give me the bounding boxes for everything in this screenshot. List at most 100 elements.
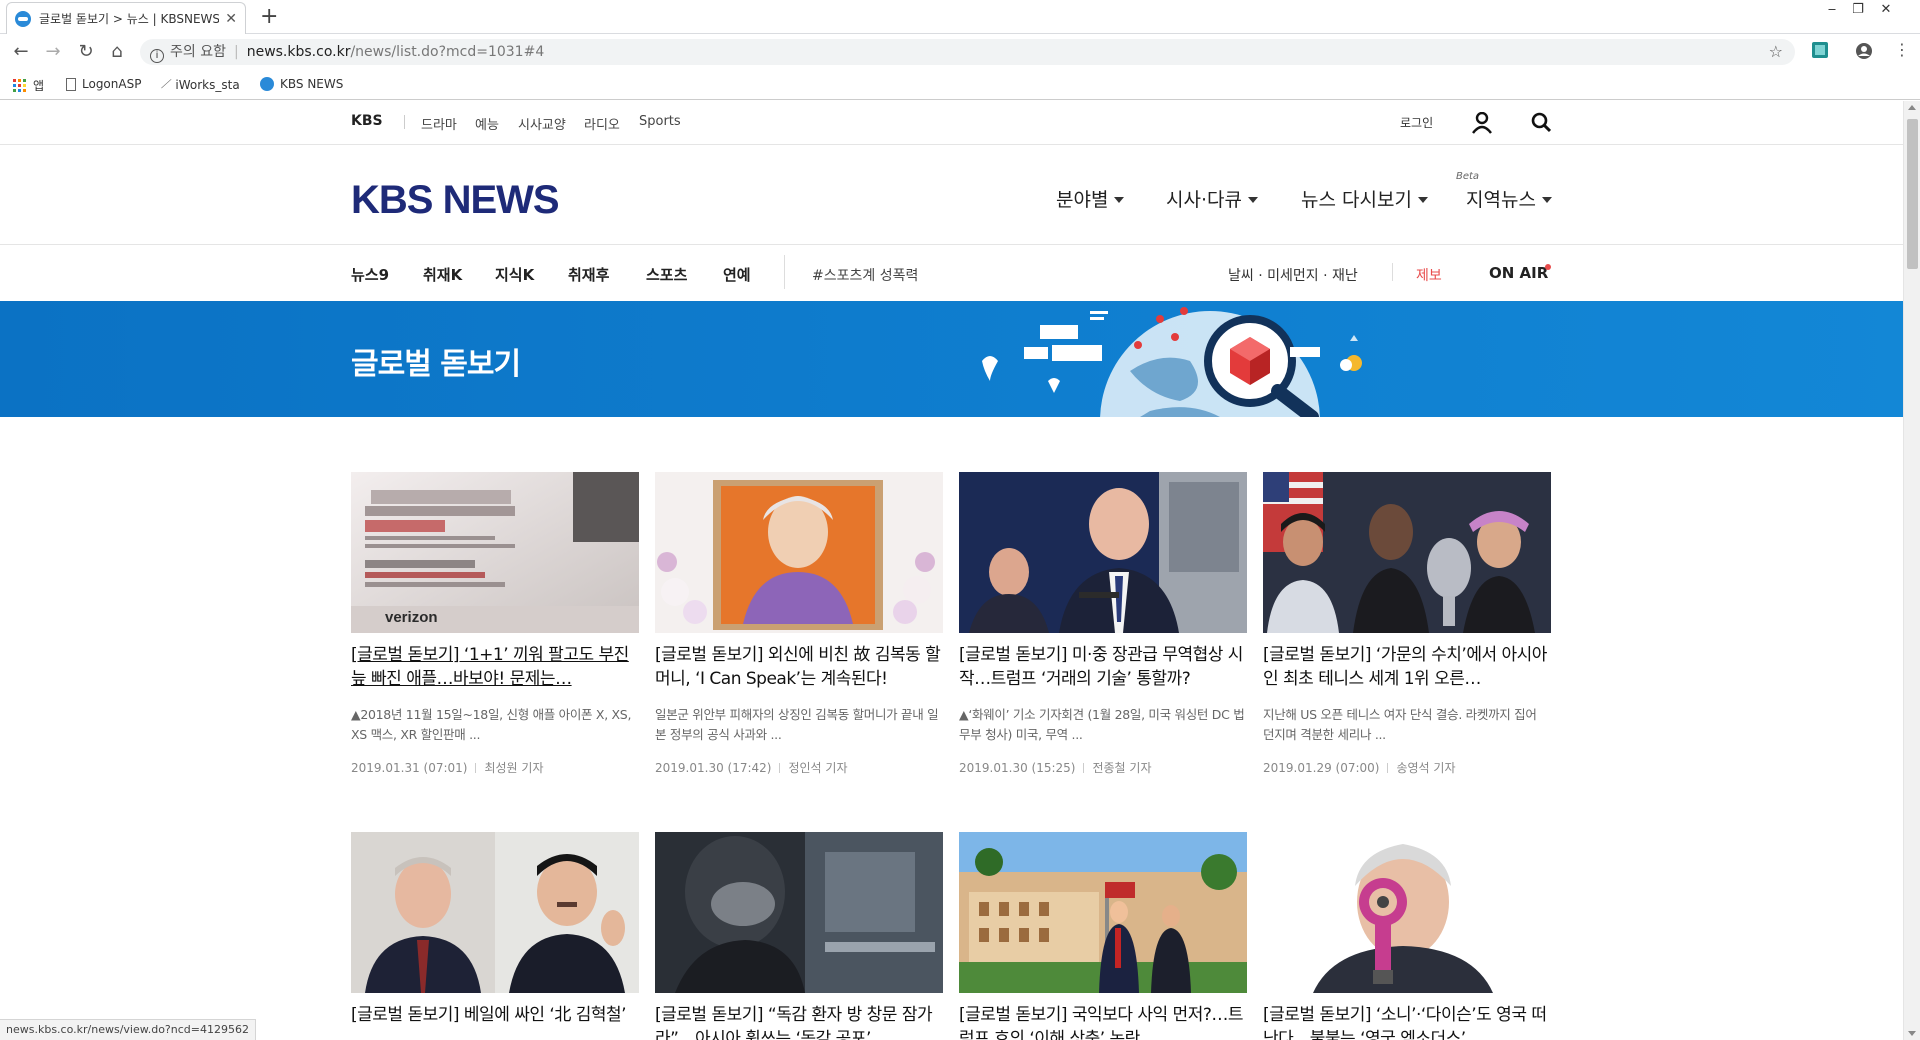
divider — [1392, 263, 1393, 281]
article-thumbnail[interactable]: verizon — [351, 472, 639, 633]
page-icon — [66, 77, 76, 91]
kbs-news-logo[interactable]: KBS NEWS — [351, 178, 560, 223]
dyson-founder-image — [1263, 832, 1551, 993]
tab-close-icon[interactable]: ✕ — [225, 11, 237, 27]
article-card[interactable]: [글로벌 돋보기] 베일에 싸인 ‘北 김혁철’ — [351, 832, 639, 1040]
nav-documentary[interactable]: 시사·다큐 — [1166, 185, 1258, 212]
bookmark-kbs-news[interactable]: KBS NEWS — [260, 77, 343, 91]
bookmark-label: 앱 — [33, 79, 45, 93]
category-entertainment-link[interactable]: 예능 — [475, 114, 499, 133]
iworks-icon: ⟋ — [161, 77, 170, 91]
bookmark-logonasp[interactable]: LogonASP — [66, 77, 141, 91]
url-host: news.kbs.co.kr — [246, 44, 351, 60]
article-thumbnail[interactable] — [1263, 832, 1551, 993]
nav-regional-news[interactable]: 지역뉴스 — [1466, 185, 1552, 212]
report-link[interactable]: 제보 — [1416, 265, 1442, 285]
chevron-down-icon — [1247, 197, 1258, 203]
tab-title: 글로벌 돋보기 > 뉴스 | KBSNEWS — [39, 12, 220, 26]
article-card[interactable]: [글로벌 돋보기] 미·중 장관급 무역협상 시작…트럼프 ‘거래의 기술’ 통… — [959, 472, 1247, 776]
brand-header: KBS NEWS 분야별 시사·다큐 뉴스 다시보기 Beta 지역뉴스 — [0, 145, 1903, 245]
article-thumbnail[interactable] — [1263, 472, 1551, 633]
subnav-jisik-k[interactable]: 지식K — [495, 264, 534, 285]
article-thumbnail[interactable] — [959, 832, 1247, 993]
bookmark-apps[interactable]: 앱 — [13, 77, 44, 94]
bookmark-label: iWorks_sta — [175, 77, 240, 92]
on-air-link[interactable]: ON AIR — [1489, 264, 1548, 282]
article-date: 2019.01.30 (17:42) — [655, 761, 772, 775]
nav-by-field[interactable]: 분야별 — [1056, 185, 1125, 212]
close-window-icon[interactable]: ✕ — [1874, 0, 1898, 20]
article-thumbnail[interactable] — [655, 472, 943, 633]
user-icon[interactable] — [1472, 112, 1492, 134]
page-viewport: KBS 드라마 예능 시사교양 라디오 Sports 로그인 KBS NEWS … — [0, 101, 1903, 1040]
reload-icon[interactable]: ↻ — [76, 42, 96, 62]
back-arrow-icon[interactable]: ← — [11, 42, 31, 62]
article-card[interactable]: [글로벌 돋보기] 외신에 비친 故 김복동 할머니, ‘I Can Speak… — [655, 472, 943, 776]
article-title[interactable]: [글로벌 돋보기] 미·중 장관급 무역협상 시작…트럼프 ‘거래의 기술’ 통… — [959, 643, 1247, 691]
article-title[interactable]: [글로벌 돋보기] “독감 환자 방 창문 잠가라”…아시아 휩쓰는 ‘독감 공… — [655, 1003, 943, 1040]
menu-kebab-icon[interactable]: ⋮ — [1894, 40, 1910, 59]
article-card[interactable]: [글로벌 돋보기] “독감 환자 방 창문 잠가라”…아시아 휩쓰는 ‘독감 공… — [655, 832, 943, 1040]
chevron-down-icon — [1417, 197, 1428, 203]
article-title[interactable]: [글로벌 돋보기] ‘소니’·‘다이슨’도 영국 떠난다…불붙는 ‘영국 엑소더… — [1263, 1003, 1551, 1040]
live-dot-icon — [1545, 264, 1551, 270]
article-title[interactable]: [글로벌 돋보기] ‘가문의 수치’에서 아시아인 최초 테니스 세계 1위 오… — [1263, 643, 1551, 691]
new-tab-button[interactable]: + — [260, 4, 278, 29]
chevron-down-icon — [1114, 197, 1125, 203]
article-card[interactable]: [글로벌 돋보기] 국익보다 사익 먼저?…트럼프 호의 ‘이해 상충’ 논란 — [959, 832, 1247, 1040]
mar-a-lago-walk-image — [959, 832, 1247, 993]
extension-icon[interactable] — [1811, 41, 1829, 59]
article-summary: ▲‘화웨이’ 기소 기자회견 (1월 28일, 미국 워싱턴 DC 법무부 청사… — [959, 707, 1245, 742]
article-title[interactable]: [글로벌 돋보기] 국익보다 사익 먼저?…트럼프 호의 ‘이해 상충’ 논란 — [959, 1003, 1247, 1040]
category-drama-link[interactable]: 드라마 — [421, 114, 457, 133]
article-card[interactable]: [글로벌 돋보기] ‘가문의 수치’에서 아시아인 최초 테니스 세계 1위 오… — [1263, 472, 1551, 776]
article-thumbnail[interactable] — [351, 832, 639, 993]
nav-label: 시사·다큐 — [1166, 189, 1242, 211]
category-sports-link[interactable]: Sports — [639, 114, 681, 129]
kbs-home-link[interactable]: KBS — [351, 113, 383, 129]
subnav-sports[interactable]: 스포츠 — [646, 264, 687, 285]
search-icon[interactable] — [1531, 112, 1551, 134]
nav-news-replay[interactable]: 뉴스 다시보기 — [1301, 185, 1428, 212]
bookmark-star-icon[interactable]: ☆ — [1769, 39, 1783, 65]
bookmark-iworks[interactable]: ⟋ iWorks_sta — [161, 77, 240, 92]
home-icon[interactable]: ⌂ — [107, 42, 127, 62]
memorial-portrait-image — [655, 472, 943, 633]
subnav-chwijae-k[interactable]: 취재K — [423, 264, 462, 285]
subnav-after-report[interactable]: 취재후 — [568, 264, 609, 285]
scroll-up-icon[interactable] — [1908, 105, 1916, 110]
address-bar[interactable]: i 주의 요함 | news.kbs.co.kr/news/list.do?mcd=1… — [140, 39, 1795, 65]
divider — [1083, 763, 1085, 773]
article-thumbnail[interactable] — [655, 832, 943, 993]
scrollbar-thumb[interactable] — [1907, 119, 1918, 269]
profile-icon[interactable] — [1855, 42, 1873, 60]
subnav-news9[interactable]: 뉴스9 — [351, 264, 389, 285]
article-meta: 2019.01.30 (15:25) 전종철 기자 — [959, 759, 1247, 776]
article-card[interactable]: verizon [글로벌 돋보기] ‘1+1’ 끼워 팔고도 부진 늪 빠진 애… — [351, 472, 639, 776]
subnav-entertainment[interactable]: 연예 — [723, 264, 751, 285]
article-title[interactable]: [글로벌 돋보기] ‘1+1’ 끼워 팔고도 부진 늪 빠진 애플…바보야! 문… — [351, 643, 639, 691]
forward-arrow-icon[interactable]: → — [43, 42, 63, 62]
restore-icon[interactable]: ❐ — [1846, 0, 1870, 20]
minimize-icon[interactable]: ‒ — [1820, 0, 1844, 20]
hashtag-link[interactable]: #스포츠계 성폭력 — [812, 265, 918, 285]
browser-tab[interactable]: 글로벌 돋보기 > 뉴스 | KBSNEWS ✕ — [6, 2, 246, 34]
article-title[interactable]: [글로벌 돋보기] 베일에 싸인 ‘北 김혁철’ — [351, 1003, 639, 1040]
article-reporter: 최성원 기자 — [484, 761, 544, 775]
weather-link[interactable]: 날씨 · 미세먼지 · 재난 — [1228, 265, 1358, 285]
article-title[interactable]: [글로벌 돋보기] 외신에 비친 故 김복동 할머니, ‘I Can Speak… — [655, 643, 943, 691]
vertical-scrollbar[interactable] — [1903, 101, 1920, 1040]
article-thumbnail[interactable] — [959, 472, 1247, 633]
article-date: 2019.01.29 (07:00) — [1263, 761, 1380, 775]
login-link[interactable]: 로그인 — [1400, 114, 1433, 131]
tennis-players-image — [1263, 472, 1551, 633]
scroll-down-icon[interactable] — [1908, 1031, 1916, 1036]
divider — [1387, 763, 1389, 773]
category-current-affairs-link[interactable]: 시사교양 — [518, 114, 566, 133]
article-summary: ▲2018년 11월 15일~18일, 신형 애플 아이폰 X, XS, XS … — [351, 707, 632, 742]
info-icon[interactable]: i — [150, 49, 164, 63]
browser-tab-strip: 글로벌 돋보기 > 뉴스 | KBSNEWS ✕ + ‒ ❐ ✕ — [0, 0, 1920, 34]
section-title: 글로벌 돋보기 — [351, 347, 521, 382]
category-radio-link[interactable]: 라디오 — [584, 114, 620, 133]
article-card[interactable]: [글로벌 돋보기] ‘소니’·‘다이슨’도 영국 떠난다…불붙는 ‘영국 엑소더… — [1263, 832, 1551, 1040]
